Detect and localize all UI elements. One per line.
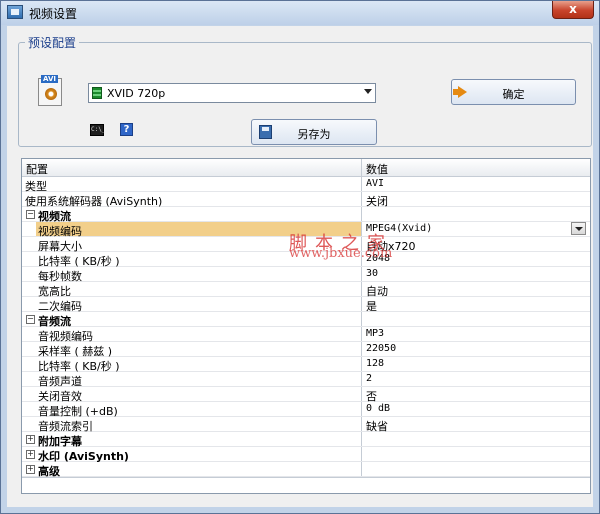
header-setting[interactable]: 配置 (26, 161, 48, 177)
row-type[interactable]: 类型 AVI (22, 177, 590, 193)
video-settings-window: 视频设置 x 预设配置 AVI XVID 720p 确定 C:\_ ? 另存为 … (0, 0, 600, 514)
row-value[interactable]: 2 (366, 373, 372, 384)
row-sample-rate[interactable]: 采样率 ( 赫兹 ) 22050 (22, 342, 590, 358)
chevron-down-icon[interactable] (364, 89, 372, 94)
close-button[interactable]: x (552, 1, 594, 19)
group-watermark[interactable]: + 水印 (AviSynth) (22, 447, 590, 463)
expand-icon[interactable]: + (26, 435, 35, 444)
watermark-url: www.jbxue.com (289, 246, 393, 261)
ok-button-label: 确定 (502, 88, 525, 101)
value-dropdown-button[interactable] (571, 222, 586, 235)
expand-icon[interactable]: + (26, 465, 35, 474)
property-grid[interactable]: 配置 数值 类型 AVI 使用系统解码器 (AviSynth) 关闭 − 视频流… (21, 158, 591, 494)
row-volume-control[interactable]: 音量控制 (+dB) 0 dB (22, 402, 590, 418)
group-video-stream[interactable]: − 视频流 (22, 207, 590, 223)
collapse-icon[interactable]: − (26, 315, 35, 324)
collapse-icon[interactable]: − (26, 210, 35, 219)
film-strip-icon (92, 87, 102, 99)
row-value[interactable]: AVI (366, 178, 384, 189)
group-audio-stream[interactable]: − 音频流 (22, 312, 590, 328)
preset-dropdown-value: XVID 720p (107, 87, 166, 100)
avi-tag: AVI (41, 75, 58, 83)
grid-description-area (22, 477, 590, 493)
row-value[interactable]: 0 dB (366, 403, 390, 414)
row-disable-audio[interactable]: 关闭音效 否 (22, 387, 590, 403)
row-value[interactable]: 22050 (366, 343, 396, 354)
row-value[interactable]: MP3 (366, 328, 384, 339)
grid-header: 配置 数值 (22, 159, 590, 177)
row-value[interactable]: 128 (366, 358, 384, 369)
window-title: 视频设置 (29, 7, 78, 21)
row-aspect-ratio[interactable]: 宽高比 自动 (22, 282, 590, 298)
row-system-decoder[interactable]: 使用系统解码器 (AviSynth) 关闭 (22, 192, 590, 208)
dialog-body: 预设配置 AVI XVID 720p 确定 C:\_ ? 另存为 配置 数值 类… (7, 26, 593, 507)
row-frame-rate[interactable]: 每秒帧数 30 (22, 267, 590, 283)
app-icon (7, 5, 23, 19)
expand-icon[interactable]: + (26, 450, 35, 459)
group-advanced[interactable]: + 高级 (22, 462, 590, 478)
preset-group-label: 预设配置 (25, 34, 80, 51)
row-value[interactable]: 30 (366, 268, 378, 279)
title-bar[interactable]: 视频设置 x (1, 1, 599, 25)
command-line-icon[interactable]: C:\_ (90, 124, 105, 136)
group-subtitles[interactable]: + 附加字幕 (22, 432, 590, 448)
save-as-button-label: 另存为 (297, 128, 331, 141)
row-audio-channels[interactable]: 音频声道 2 (22, 372, 590, 388)
row-audio-bitrate[interactable]: 比特率 ( KB/秒 ) 128 (22, 357, 590, 373)
avi-format-icon: AVI (38, 75, 62, 106)
help-icon[interactable]: ? (120, 123, 133, 136)
row-audio-codec[interactable]: 音视频编码 MP3 (22, 327, 590, 343)
ok-button[interactable]: 确定 (451, 79, 576, 105)
preset-dropdown[interactable]: XVID 720p (88, 83, 376, 103)
row-two-pass[interactable]: 二次编码 是 (22, 297, 590, 313)
film-reel-icon (45, 88, 57, 100)
save-as-button[interactable]: 另存为 (251, 119, 377, 145)
header-value[interactable]: 数值 (366, 161, 388, 177)
row-audio-stream-index[interactable]: 音频流索引 缺省 (22, 417, 590, 433)
